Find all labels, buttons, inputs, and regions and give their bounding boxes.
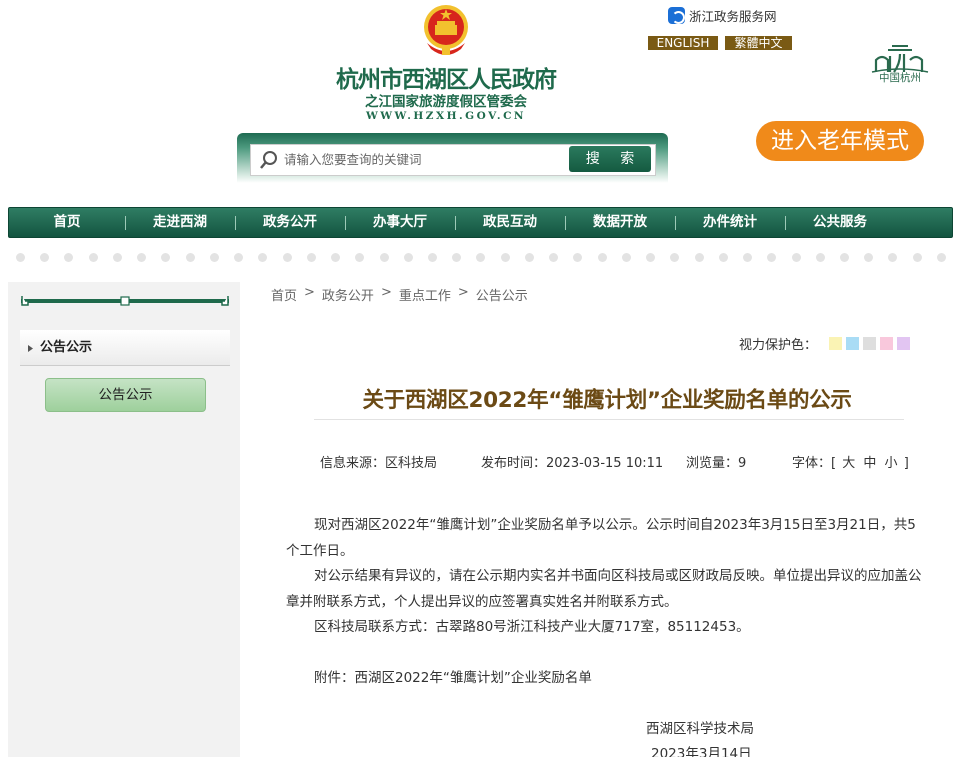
article-paragraph-2: 对公示结果有异议的，请在公示期内实名并书面向区科技局或区财政局反映。单位提出异议… (286, 568, 922, 610)
decorative-dot (718, 253, 728, 262)
search-icon (260, 151, 277, 169)
decorative-dot (234, 253, 244, 262)
decorative-dot (403, 253, 413, 262)
main-nav: 首页 走进西湖 政务公开 办事大厅 政民互动 数据开放 办件统计 公共服务 (8, 207, 953, 238)
font-size-control: 字体：[ 大 中 小 ] (792, 456, 909, 471)
vision-color-blue[interactable] (846, 337, 859, 350)
site-title: 杭州市西湖区人民政府 (336, 66, 557, 93)
decorative-dot (936, 253, 946, 262)
font-size-large[interactable]: 大 (842, 456, 855, 471)
sidebar-ornament (21, 296, 229, 306)
article-views: 浏览量：9 (686, 456, 747, 471)
decorative-dot (670, 253, 680, 262)
vision-color-purple[interactable] (897, 337, 910, 350)
traditional-chinese-button[interactable]: 繁體中文 (725, 36, 792, 50)
chevron-right-icon (28, 345, 33, 352)
decorative-dot (16, 253, 25, 262)
search-input[interactable] (284, 148, 564, 170)
decorative-dot (306, 253, 316, 262)
decorative-dot (573, 253, 583, 262)
decorative-dots (16, 253, 946, 263)
breadcrumb: 首页 > 政务公开 > 重点工作 > 公告公示 (271, 285, 528, 304)
site-subtitle: 之江国家旅游度假区管委会 (365, 94, 527, 110)
nav-item-statistics[interactable]: 办件统计 (675, 208, 785, 237)
nav-item-open-data[interactable]: 数据开放 (565, 208, 675, 237)
decorative-dot (185, 253, 195, 262)
article-paragraph-3: 区科技局联系方式：古翠路80号浙江科技产业大厦717室，85112453。 (314, 619, 750, 635)
decorative-dot (646, 253, 656, 262)
decorative-dot (355, 253, 365, 262)
decorative-dot (912, 253, 922, 262)
nav-item-interaction[interactable]: 政民互动 (455, 208, 565, 237)
decorative-dot (694, 253, 704, 262)
decorative-dot (524, 253, 534, 262)
decorative-dot (379, 253, 389, 262)
search-button[interactable]: 搜 索 (569, 146, 651, 172)
decorative-dot (161, 253, 171, 262)
decorative-dot (40, 253, 50, 262)
vision-protect-label: 视力保护色： (739, 338, 818, 353)
zhejiang-service-label: 浙江政务服务网 (689, 8, 777, 24)
signature-org: 西湖区科学技术局 (646, 721, 754, 737)
vision-color-pink[interactable] (880, 337, 893, 350)
decorative-dot (452, 253, 462, 262)
decorative-dot (258, 253, 268, 262)
elder-mode-button[interactable]: 进入老年模式 (756, 121, 924, 161)
nav-item-service-hall[interactable]: 办事大厅 (345, 208, 455, 237)
decorative-dot (476, 253, 486, 262)
breadcrumb-gov-open[interactable]: 政务公开 (322, 285, 374, 304)
article-paragraph-1: 现对西湖区2022年“雏鹰计划”企业奖励名单予以公示。公示时间自2023年3月1… (286, 517, 916, 559)
decorative-dot (427, 253, 437, 262)
decorative-dot (209, 253, 219, 262)
decorative-dot (112, 253, 122, 262)
nav-item-about-xihu[interactable]: 走进西湖 (125, 208, 235, 237)
site-url: WWW.HZXH.GOV.CN (365, 110, 527, 122)
vision-color-yellow[interactable] (829, 337, 842, 350)
article-title: 关于西湖区2022年“雏鹰计划”企业奖励名单的公示 (362, 388, 852, 413)
breadcrumb-announcements[interactable]: 公告公示 (476, 285, 528, 304)
decorative-dot (88, 253, 98, 262)
national-emblem-icon (424, 5, 468, 55)
decorative-dot (549, 253, 559, 262)
hangzhou-logo-text: 中国杭州 (879, 72, 921, 84)
sidebar-item-announcements[interactable]: 公告公示 (45, 378, 206, 412)
sidebar-heading: 公告公示 (20, 330, 230, 366)
decorative-dot (791, 253, 801, 262)
english-button[interactable]: ENGLISH (648, 36, 718, 50)
nav-item-home[interactable]: 首页 (9, 208, 125, 237)
decorative-dot (767, 253, 777, 262)
breadcrumb-home[interactable]: 首页 (271, 285, 297, 304)
decorative-dot (621, 253, 631, 262)
decorative-dot (500, 253, 510, 262)
article-source: 信息来源：区科技局 (320, 456, 438, 471)
nav-item-public-service[interactable]: 公共服务 (785, 208, 895, 237)
zhejiang-service-icon (668, 6, 685, 24)
title-divider (314, 419, 904, 420)
signature-date: 2023年3月14日 (651, 746, 752, 757)
nav-item-gov-open[interactable]: 政务公开 (235, 208, 345, 237)
article-publish-time: 发布时间：2023-03-15 10:11 (481, 456, 664, 471)
vision-color-gray[interactable] (863, 337, 876, 350)
decorative-dot (743, 253, 753, 262)
font-size-medium[interactable]: 中 (863, 456, 876, 471)
decorative-dot (864, 253, 874, 262)
decorative-dot (282, 253, 292, 262)
decorative-dot (597, 253, 607, 262)
decorative-dot (888, 253, 898, 262)
decorative-dot (839, 253, 849, 262)
breadcrumb-key-work[interactable]: 重点工作 (399, 285, 451, 304)
decorative-dot (331, 253, 341, 262)
decorative-dot (815, 253, 825, 262)
decorative-dot (64, 253, 74, 262)
font-size-small[interactable]: 小 (885, 456, 898, 471)
decorative-dot (137, 253, 147, 262)
zhejiang-service-link[interactable]: 浙江政务服务网 (668, 6, 777, 24)
attachment-link[interactable]: 附件：西湖区2022年“雏鹰计划”企业奖励名单 (314, 666, 592, 691)
